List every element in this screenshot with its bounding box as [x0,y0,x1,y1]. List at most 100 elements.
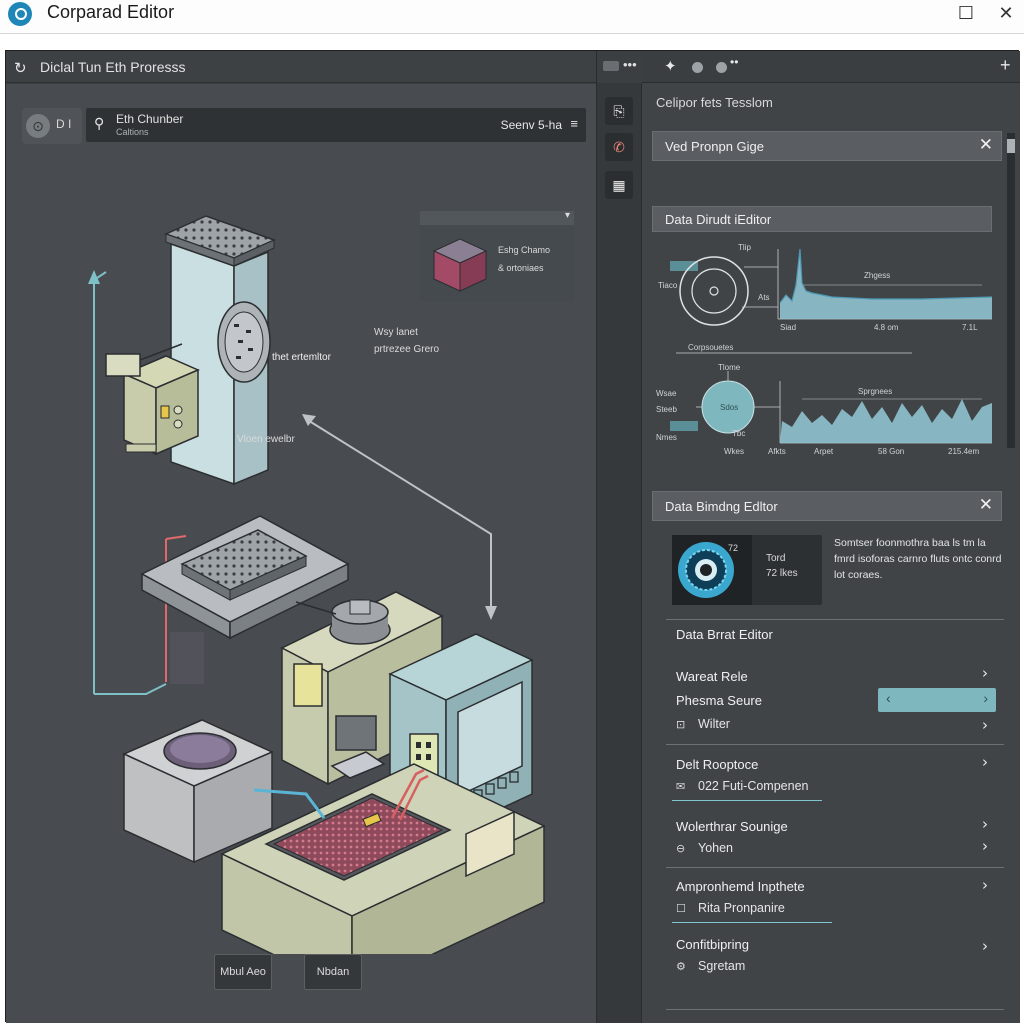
chamber-name: Eth Chunber [116,112,184,126]
chart-label: Tiaco [658,281,678,290]
add-icon[interactable]: + [1000,55,1011,76]
zoom-icon[interactable]: ⊙ [26,114,50,138]
chevron-right-icon[interactable]: › [982,876,988,894]
chamber-selector[interactable]: ⚲ Eth Chunber Caltions Seenv 5-ha ≡ [86,108,586,142]
chamber-status: Seenv 5-ha [500,118,562,132]
scrollbar-thumb[interactable] [1007,139,1015,153]
node-label: Sdos [720,403,739,412]
wafer-preview-header[interactable] [420,210,574,225]
plasma-source-slider[interactable]: ‹ › [878,688,996,712]
wafer-preview-line2: & ortoniaes [498,263,544,273]
app-logo-icon [8,2,32,26]
niobian-button[interactable]: Nbdan [304,954,362,990]
wafer-preview-dropdown[interactable]: Eshg Chamo & ortoniaes [420,210,574,301]
wafer-target-icon [672,535,752,605]
section-data-binding-editor[interactable]: Data Bimdng Edltor ✕ [652,491,1002,521]
properties-topbar: ✦ •• + [642,51,1020,83]
chart-subtitle: Corpsouetes [688,343,734,352]
chevron-right-icon[interactable]: › [982,815,988,833]
zoom-label: D I [56,117,72,131]
clipboard-tool-icon[interactable]: ⎘ [605,97,633,125]
legend-swatch [670,261,698,271]
spectrum-area [780,249,992,319]
panel-heading: Celipor fets Tesslom [656,95,773,110]
row-woler-sub-label: Yohen [698,841,733,855]
window-titlebar: Corparad Editor ☐ ✕ [0,0,1024,34]
chart-label: Steeb [656,405,677,414]
chart-label: Wsae [656,389,677,398]
canvas-header: ↻ Diclal Tun Eth Proresss [6,51,596,83]
divider [666,867,1004,868]
row-phesma[interactable]: Phesma Seure [676,693,762,708]
maximize-button[interactable]: ☐ [952,2,980,26]
noise-area [780,399,992,443]
window-title: Corparad Editor [47,2,175,22]
close-window-button[interactable]: ✕ [992,2,1020,26]
chevron-right-icon[interactable]: › [982,753,988,771]
process-canvas[interactable]: ⊙ D I ⚲ Eth Chunber Caltions Seenv 5-ha … [6,84,596,1023]
row-ampro[interactable]: Ampronhemd Inpthete [676,879,805,894]
more-icon[interactable]: •• [730,55,738,69]
row-confi-sub[interactable]: ⚙ Sgretam [676,959,745,973]
brat-editor-title: Data Brrat Editor [676,627,773,642]
section-title: Data Bimdng Edltor [665,499,778,514]
dot-icon[interactable] [716,62,727,73]
chart-label: Tlome [718,363,741,372]
row-confi[interactable]: Confitbipring [676,937,749,952]
chevron-right-icon[interactable]: › [983,690,988,706]
close-icon[interactable]: ✕ [979,135,993,155]
row-wiiter[interactable]: ⊡ Wilter [676,717,730,731]
row-ampro-sub-label: Rita Pronpanire [698,901,785,915]
chevron-left-icon[interactable]: ‹ [886,690,891,706]
properties-panel: ✦ •• + Celipor fets Tesslom Ved Pronpn G… [642,51,1020,1023]
binding-description: Somtser foonmothra baa ls tm la fmrd iso… [834,537,1002,581]
row-woler-sub[interactable]: ⊖ Yohen [676,841,733,855]
row-delt-sub[interactable]: ✉ 022 Futi-Compenen [676,779,808,793]
x-tick: 58 Gon [878,447,905,456]
mini-area-button[interactable]: Mbul Aeo [214,954,272,990]
calendar-tool-icon[interactable]: ▦ [605,171,633,199]
section-title: Data Dirudt iEditor [665,212,772,227]
binding-preview[interactable]: 72 Tord 72 lkes [672,535,822,605]
menu-icon[interactable]: ≡ [570,116,578,131]
row-wareat[interactable]: Wareat Rele [676,669,748,684]
scrollbar[interactable] [1007,133,1015,448]
x-tick: Siad [780,323,797,332]
chevron-right-icon[interactable]: › [982,716,988,734]
section-data-dirudt-editor[interactable]: Data Dirudt iEditor [652,206,992,232]
wafer-preview-line1: Eshg Chamo [498,245,551,255]
divider [666,744,1004,745]
chevron-right-icon[interactable]: › [982,837,988,855]
toggle-icon[interactable] [603,61,619,71]
divider [666,619,1004,620]
binding-value: Tord [766,553,786,564]
x-tick: Wkes [724,447,744,456]
chart-label: Tbc [732,429,746,438]
row-delt[interactable]: Delt Rooptoce [676,757,758,772]
row-wiiter-label: Wilter [698,717,730,731]
ring-middle [691,268,737,314]
section-pronpn-gige[interactable]: Ved Pronpn Gige ✕ [652,131,1002,161]
canvas-title: Diclal Tun Eth Proresss [40,59,186,75]
row-woler[interactable]: Wolerthrar Sounige [676,819,788,834]
tool-strip-header: ••• [597,51,643,83]
chevron-right-icon[interactable]: › [982,664,988,682]
binding-value: 72 lkes [766,568,798,579]
dot-icon[interactable] [692,62,703,73]
way-lower-label: Wsy lanet [374,327,418,338]
chevron-right-icon[interactable]: › [982,937,988,955]
row-ampro-sub[interactable]: ☐ Rita Pronpanire [676,901,785,915]
zoom-widget[interactable]: ⊙ D I [22,108,82,144]
phone-tool-icon[interactable]: ✆ [605,133,633,161]
wafer-cube-thumbnail [432,238,488,292]
sparkle-icon[interactable]: ✦ [664,57,677,75]
close-icon[interactable]: ✕ [979,495,993,515]
editor-frame: ↻ Diclal Tun Eth Proresss ⊙ D I ⚲ Eth Ch… [5,50,1020,1023]
chart-label: Sprgnees [858,387,893,396]
checkbox-icon[interactable]: ☐ [676,902,690,915]
filter-icon: ⊡ [676,719,686,731]
more-icon[interactable]: ••• [623,57,637,72]
pressure-label: prtrezee Grero [374,344,440,355]
ring-outer [679,256,749,326]
link-icon: ⊖ [676,843,686,855]
